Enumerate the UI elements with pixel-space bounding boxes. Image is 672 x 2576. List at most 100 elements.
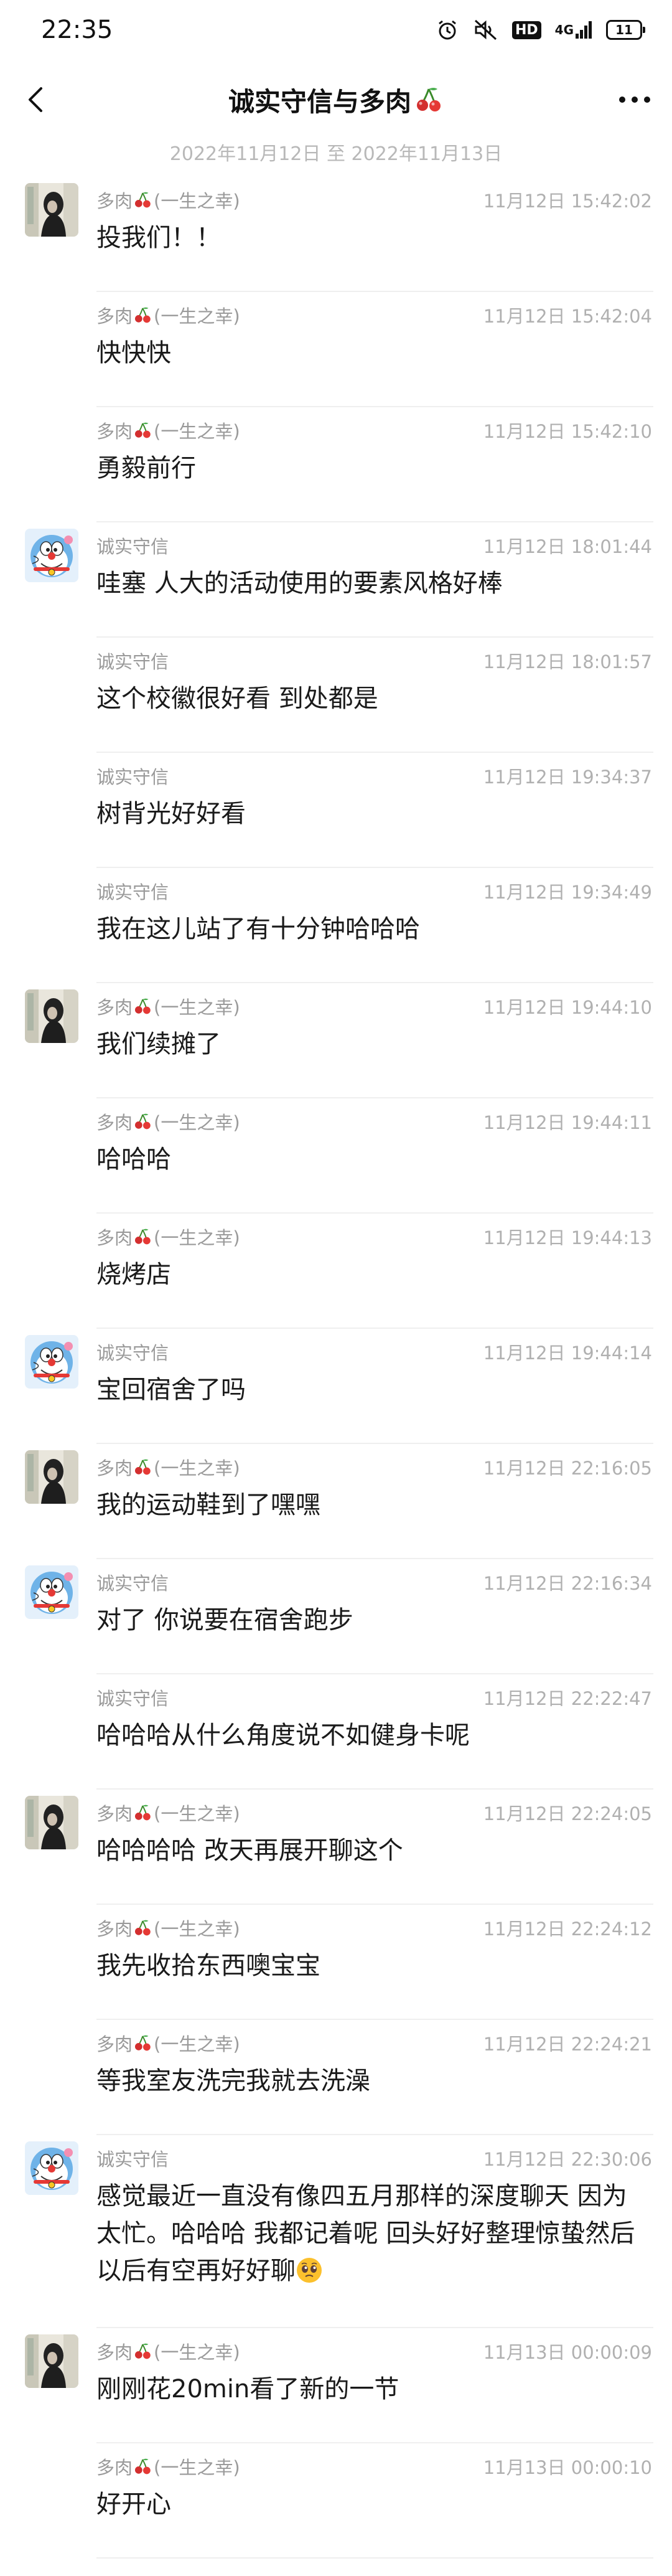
- message-text-content: 刚刚花20min看了新的一节: [96, 2375, 399, 2404]
- message-item[interactable]: 诚实守信 11月12日 18:01:44 哇塞 人大的活动使用的要素风格好棒: [0, 522, 672, 638]
- divider: [96, 2557, 653, 2559]
- avatar[interactable]: [25, 1450, 78, 1504]
- message-item[interactable]: 多肉 (一生之幸) 11月12日 22:24:12 我先收拾东西噢宝宝: [0, 1905, 672, 2020]
- message-item[interactable]: 诚实守信 11月12日 18:01:57 这个校徽很好看 到处都是: [0, 638, 672, 753]
- avatar[interactable]: [25, 529, 78, 582]
- sender-name: 诚实守信: [96, 2145, 169, 2171]
- sender-name: 多肉 (一生之幸): [96, 993, 240, 1019]
- cherry-icon: [134, 1458, 152, 1476]
- message-text[interactable]: 投我们！！: [96, 219, 647, 257]
- sender-name: 诚实守信: [96, 763, 169, 789]
- cherry-icon: [134, 191, 152, 209]
- sender-name: 多肉 (一生之幸): [96, 2338, 240, 2364]
- cherry-icon: [134, 421, 152, 440]
- avatar[interactable]: [25, 1796, 78, 1849]
- message-time: 11月12日 15:42:02: [483, 191, 652, 212]
- message-item[interactable]: 多肉 (一生之幸) 11月12日 19:44:11 哈哈哈: [0, 1098, 672, 1214]
- message-text[interactable]: 快快快: [96, 334, 647, 372]
- message-text[interactable]: 烧烤店: [96, 1256, 647, 1293]
- message-item[interactable]: 多肉 (一生之幸) 11月12日 15:42:02 投我们！！: [0, 177, 672, 292]
- sender-name-text: 诚实守信: [96, 536, 169, 557]
- sender-name-text: 多肉: [96, 1918, 133, 1940]
- message-text-content: 哈哈哈哈 改天再展开聊这个: [96, 1836, 403, 1865]
- message-item[interactable]: 多肉 (一生之幸) 11月12日 22:16:05 我的运动鞋到了嘿嘿: [0, 1444, 672, 1559]
- status-time: 22:35: [41, 16, 113, 44]
- sender-name-text: 诚实守信: [96, 882, 169, 903]
- message-text-content: 哈哈哈从什么角度说不如健身卡呢: [96, 1721, 470, 1750]
- cherry-icon: [134, 1803, 152, 1822]
- sender-remark: (一生之幸): [154, 2457, 240, 2478]
- message-text[interactable]: 这个校徽很好看 到处都是: [96, 680, 647, 717]
- message-text[interactable]: 哈哈哈从什么角度说不如健身卡呢: [96, 1717, 647, 1754]
- sender-remark: (一生之幸): [154, 1458, 240, 1479]
- message-text[interactable]: 我在这儿站了有十分钟哈哈哈: [96, 910, 647, 948]
- message-item[interactable]: 多肉 (一生之幸) 11月13日 00:00:09 刚刚花20min看了新的一节: [0, 2328, 672, 2443]
- message-text[interactable]: 勇毅前行: [96, 450, 647, 487]
- back-button[interactable]: [19, 82, 54, 117]
- message-text[interactable]: 刚刚花20min看了新的一节: [96, 2371, 647, 2408]
- message-time: 11月12日 19:34:49: [483, 882, 652, 903]
- message-text[interactable]: 哈哈哈: [96, 1141, 647, 1178]
- cherry-icon: [134, 1112, 152, 1131]
- message-time: 11月12日 18:01:57: [483, 651, 652, 672]
- network-type: 4G: [554, 22, 574, 37]
- hd-icon: HD: [511, 21, 541, 39]
- sender-name-text: 多肉: [96, 2034, 133, 2055]
- message-item[interactable]: 多肉 (一生之幸) 11月12日 15:42:10 勇毅前行: [0, 407, 672, 522]
- message-text[interactable]: 哇塞 人大的活动使用的要素风格好棒: [96, 565, 647, 602]
- more-button[interactable]: [615, 82, 655, 117]
- message-item[interactable]: 诚实守信 11月12日 22:30:06 感觉最近一直没有像四五月那样的深度聊天 因…: [0, 2135, 672, 2328]
- message-item[interactable]: 多肉 (一生之幸) 11月12日 22:24:21 等我室友洗完我就去洗澡: [0, 2020, 672, 2135]
- sender-name-text: 多肉: [96, 2342, 133, 2363]
- sender-name-text: 诚实守信: [96, 767, 169, 788]
- cherry-icon: [134, 1227, 152, 1246]
- sender-name-text: 诚实守信: [96, 1342, 169, 1364]
- avatar[interactable]: [25, 989, 78, 1043]
- message-item[interactable]: 诚实守信 11月12日 19:34:49 我在这儿站了有十分钟哈哈哈: [0, 868, 672, 983]
- sender-remark: (一生之幸): [154, 1227, 240, 1248]
- message-text-content: 烧烤店: [96, 1260, 171, 1289]
- message-time: 11月12日 22:16:05: [483, 1458, 652, 1479]
- message-item[interactable]: 诚实守信 11月12日 22:16:34 对了 你说要在宿舍跑步: [0, 1559, 672, 1674]
- sender-name-text: 诚实守信: [96, 1688, 169, 1709]
- message-item[interactable]: 多肉 (一生之幸) 11月12日 19:44:13 烧烤店: [0, 1214, 672, 1329]
- message-item[interactable]: 诚实守信 11月12日 19:44:14 宝回宿舍了吗: [0, 1329, 672, 1444]
- message-text[interactable]: 宝回宿舍了吗: [96, 1371, 647, 1408]
- message-text[interactable]: 感觉最近一直没有像四五月那样的深度聊天 因为太忙。哈哈哈 我都记着呢 回头好好整…: [96, 2177, 647, 2290]
- avatar[interactable]: [25, 1565, 78, 1619]
- message-time: 11月12日 19:34:37: [483, 767, 652, 788]
- message-text[interactable]: 树背光好好看: [96, 795, 647, 833]
- message-text[interactable]: 好开心: [96, 2486, 647, 2523]
- message-item[interactable]: 多肉 (一生之幸) 11月12日 19:44:10 我们续摊了: [0, 983, 672, 1098]
- sender-remark: (一生之幸): [154, 421, 240, 442]
- message-time: 11月13日 00:00:09: [483, 2342, 652, 2363]
- sender-name-text: 多肉: [96, 306, 133, 327]
- message-text-content: 等我室友洗完我就去洗澡: [96, 2067, 370, 2095]
- message-text[interactable]: 我先收拾东西噢宝宝: [96, 1947, 647, 1984]
- message-time: 11月12日 22:24:21: [483, 2034, 652, 2055]
- sender-name: 多肉 (一生之幸): [96, 187, 240, 213]
- message-item[interactable]: 多肉 (一生之幸) 11月12日 22:24:05 哈哈哈哈 改天再展开聊这个: [0, 1790, 672, 1905]
- mute-icon: [474, 17, 498, 42]
- message-text[interactable]: 等我室友洗完我就去洗澡: [96, 2062, 647, 2100]
- avatar[interactable]: [25, 2141, 78, 2195]
- message-text[interactable]: 我的运动鞋到了嘿嘿: [96, 1486, 647, 1524]
- message-list[interactable]: 多肉 (一生之幸) 11月12日 15:42:02 投我们！！ 多肉 (一生之幸) 11…: [0, 177, 672, 2559]
- cherry-icon: [134, 2342, 152, 2361]
- avatar[interactable]: [25, 1335, 78, 1389]
- message-item[interactable]: 多肉 (一生之幸) 11月13日 00:00:10 好开心: [0, 2443, 672, 2559]
- sender-name: 多肉 (一生之幸): [96, 2030, 240, 2056]
- message-time: 11月12日 19:44:14: [483, 1342, 652, 1364]
- message-text[interactable]: 对了 你说要在宿舍跑步: [96, 1602, 647, 1639]
- message-item[interactable]: 诚实守信 11月12日 22:22:47 哈哈哈从什么角度说不如健身卡呢: [0, 1674, 672, 1790]
- message-text[interactable]: 哈哈哈哈 改天再展开聊这个: [96, 1832, 647, 1869]
- message-item[interactable]: 多肉 (一生之幸) 11月12日 15:42:04 快快快: [0, 292, 672, 407]
- message-time: 11月13日 00:00:10: [483, 2457, 652, 2478]
- sender-name-text: 多肉: [96, 1803, 133, 1824]
- avatar[interactable]: [25, 183, 78, 237]
- message-text[interactable]: 我们续摊了: [96, 1026, 647, 1063]
- avatar[interactable]: [25, 2334, 78, 2388]
- message-time: 11月12日 22:22:47: [483, 1688, 652, 1709]
- chat-header: 诚实守信与多肉: [0, 68, 672, 131]
- message-item[interactable]: 诚实守信 11月12日 19:34:37 树背光好好看: [0, 753, 672, 868]
